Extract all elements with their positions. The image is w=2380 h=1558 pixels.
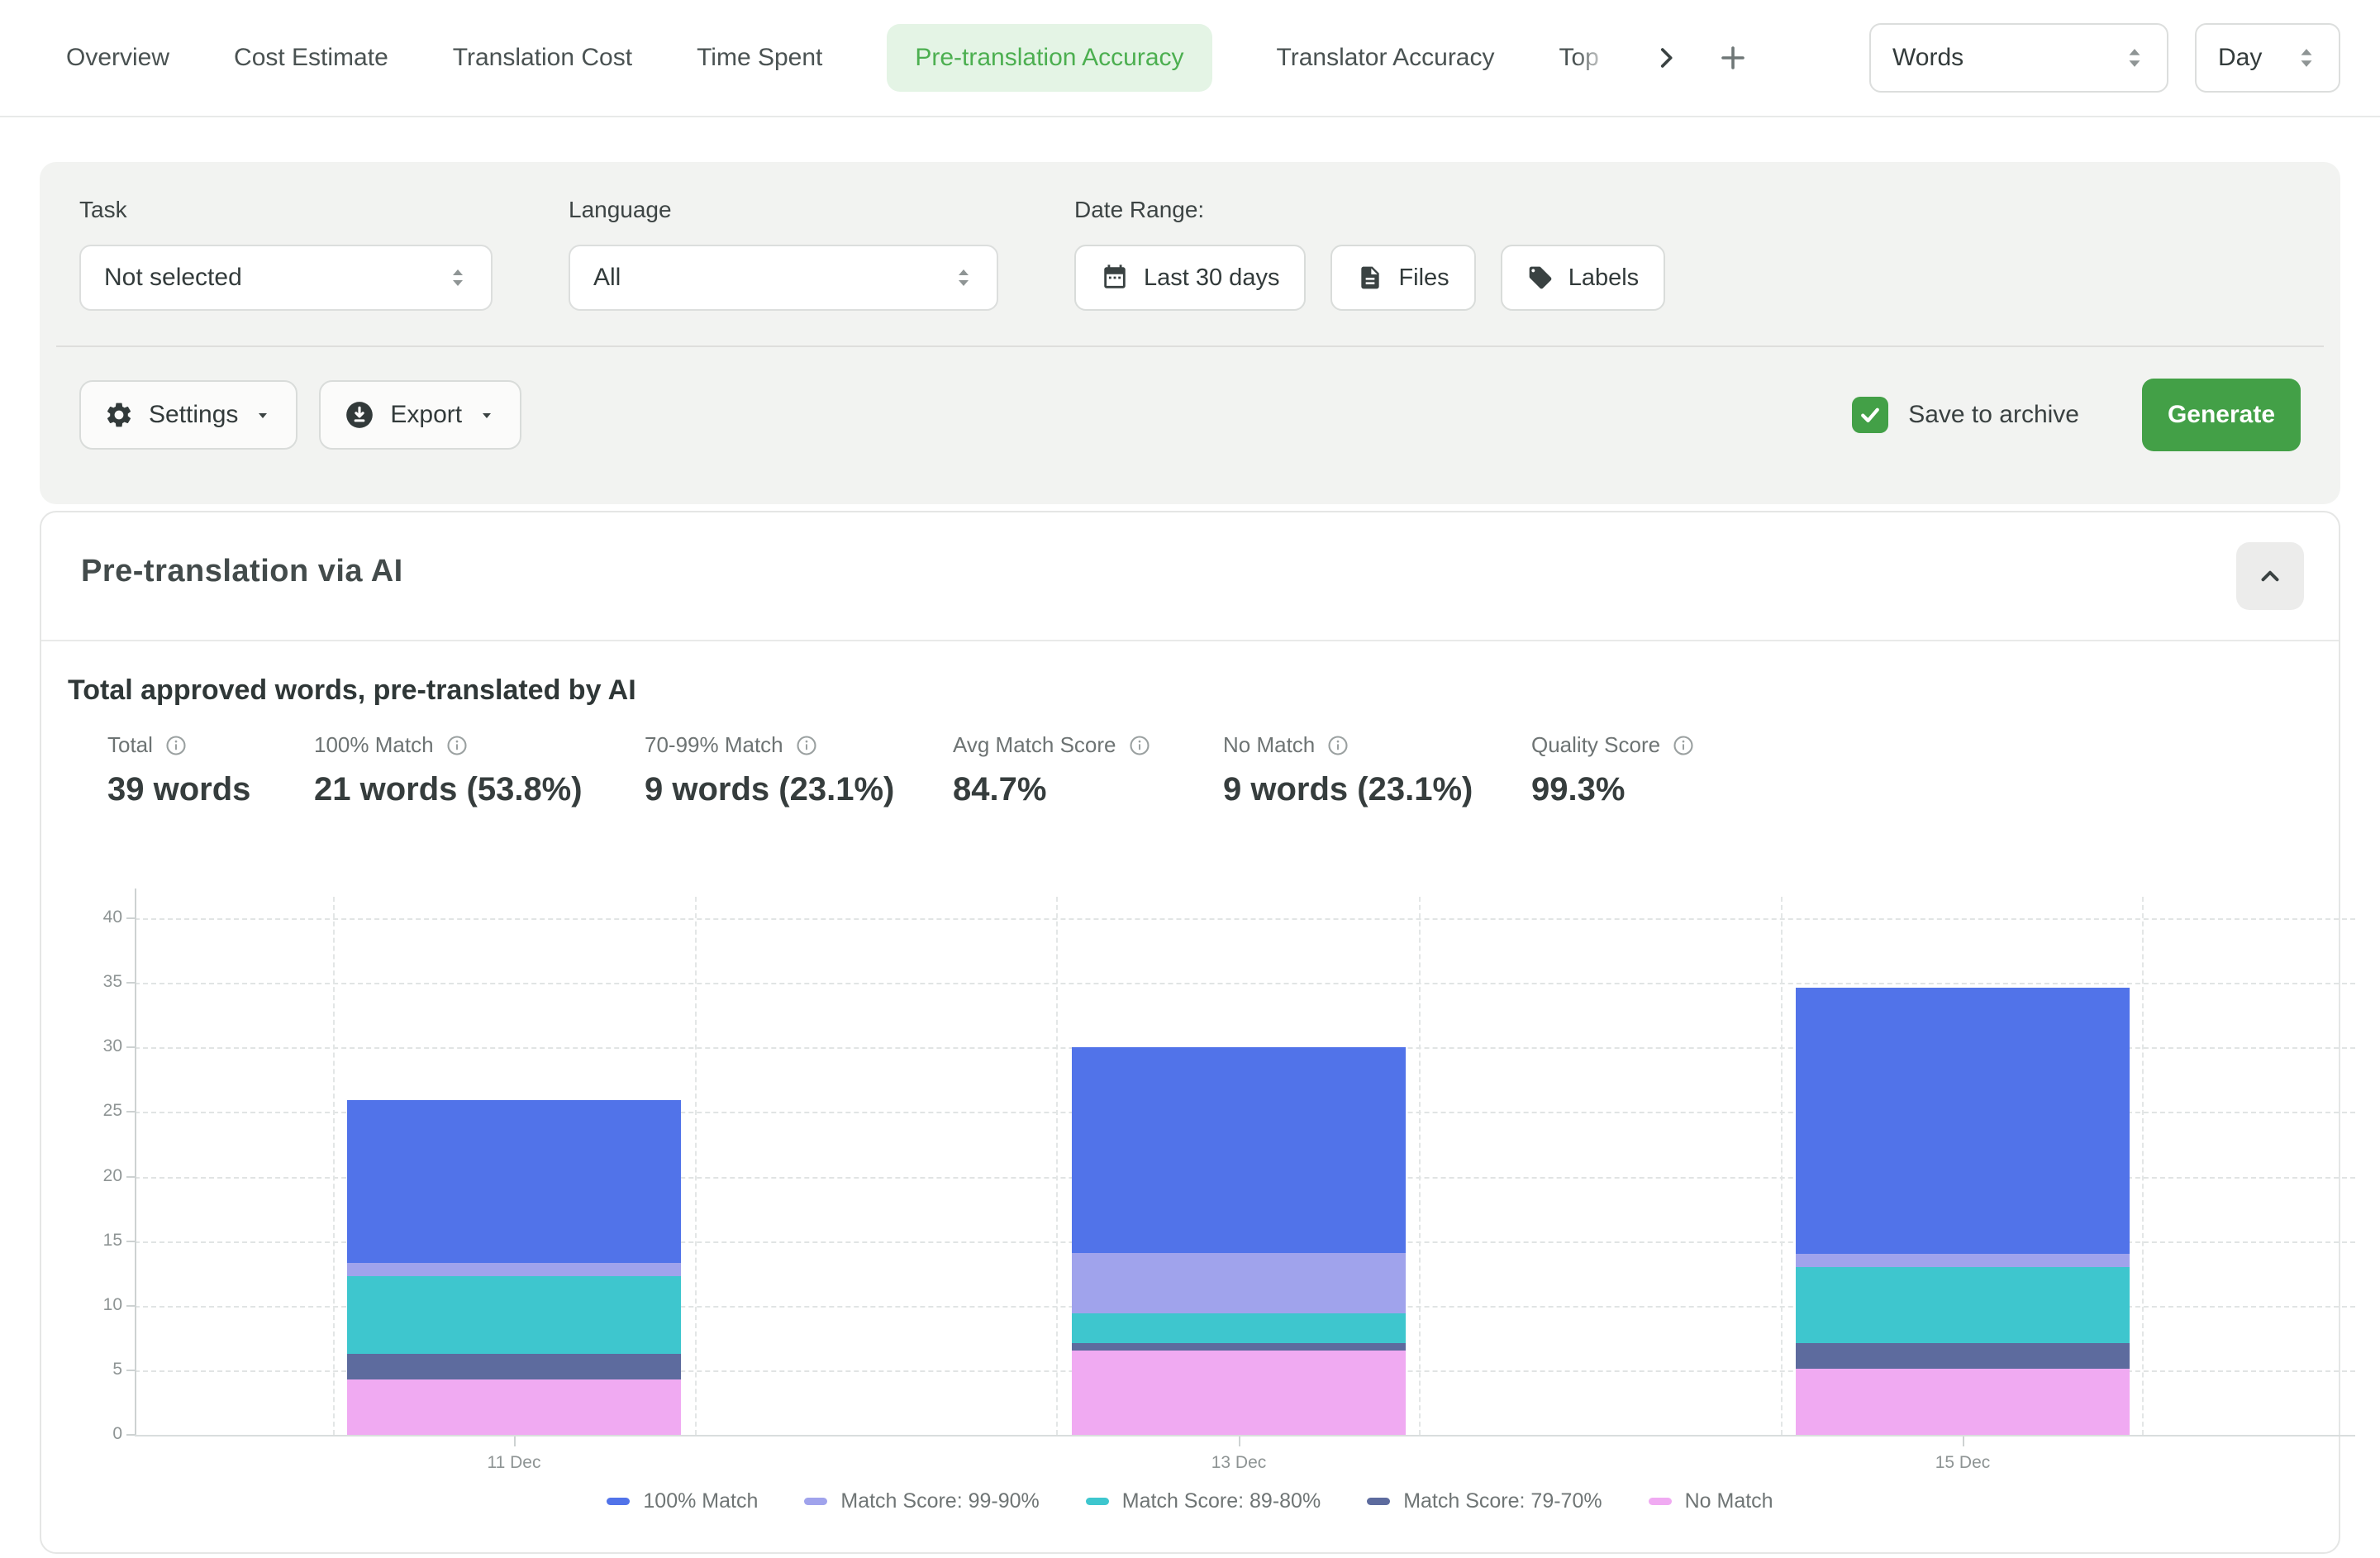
info-icon[interactable] xyxy=(795,734,818,757)
export-button-label: Export xyxy=(390,401,462,429)
date-range-button[interactable]: Last 30 days xyxy=(1074,245,1306,311)
export-dropdown-button[interactable]: Export xyxy=(319,380,521,450)
settings-button-label: Settings xyxy=(149,401,238,429)
chart-section-title: Total approved words, pre-translated by … xyxy=(68,674,636,707)
language-select[interactable]: All xyxy=(569,245,998,311)
stat-100-match: 100% Match 21 words (53.8%) xyxy=(314,732,583,808)
files-filter-label: Files xyxy=(1398,264,1449,292)
chevron-right-icon xyxy=(1652,44,1680,72)
stat-value: 84.7% xyxy=(953,771,1151,808)
caret-down-icon xyxy=(253,405,273,425)
tab-top[interactable]: Top xyxy=(1559,44,1614,72)
date-range-button-label: Last 30 days xyxy=(1144,264,1279,292)
caret-down-icon xyxy=(477,405,497,425)
updown-arrows-icon xyxy=(448,265,468,290)
updown-arrows-icon xyxy=(2296,45,2317,71)
download-circle-icon xyxy=(344,399,375,431)
panel-title: Pre-translation via AI xyxy=(81,554,403,589)
info-icon[interactable] xyxy=(1672,734,1695,757)
tab-overflow-button[interactable] xyxy=(1652,44,1680,72)
info-icon[interactable] xyxy=(1326,734,1349,757)
actions-row: Settings Export Save to archive xyxy=(79,379,2301,451)
save-to-archive-checkbox[interactable] xyxy=(1852,397,1888,433)
file-icon xyxy=(1357,264,1383,291)
stat-label: 70-99% Match xyxy=(645,732,783,758)
stat-total: Total 39 words xyxy=(107,732,250,808)
stat-label: Quality Score xyxy=(1531,732,1660,758)
stat-label: No Match xyxy=(1223,732,1315,758)
stat-label: Avg Match Score xyxy=(953,732,1116,758)
unit-select[interactable]: Words xyxy=(1869,23,2168,93)
stat-value: 21 words (53.8%) xyxy=(314,771,583,808)
stat-value: 99.3% xyxy=(1531,771,1695,808)
tag-icon xyxy=(1527,264,1554,291)
language-select-value: All xyxy=(593,264,621,292)
period-select[interactable]: Day xyxy=(2195,23,2340,93)
settings-dropdown-button[interactable]: Settings xyxy=(79,380,298,450)
calendar-icon xyxy=(1101,264,1129,292)
plus-icon xyxy=(1718,43,1748,73)
stat-label: 100% Match xyxy=(314,732,434,758)
tab-time-spent[interactable]: Time Spent xyxy=(697,44,822,72)
stat-value: 9 words (23.1%) xyxy=(645,771,894,808)
panel-header: Pre-translation via AI xyxy=(41,512,2339,641)
info-icon[interactable] xyxy=(1128,734,1151,757)
stat-avg-match-score: Avg Match Score 84.7% xyxy=(953,732,1151,808)
filter-row: Task Not selected Language All xyxy=(79,197,2301,311)
tab-translator-accuracy[interactable]: Translator Accuracy xyxy=(1277,44,1495,72)
date-range-label: Date Range: xyxy=(1074,197,1665,223)
task-label: Task xyxy=(79,197,493,223)
gear-icon xyxy=(104,400,134,430)
files-filter-button[interactable]: Files xyxy=(1330,245,1475,311)
updown-arrows-icon xyxy=(2124,45,2145,71)
generate-button[interactable]: Generate xyxy=(2142,379,2301,451)
stat-value: 39 words xyxy=(107,771,250,808)
task-select-value: Not selected xyxy=(104,264,242,292)
stats-row: Total 39 words 100% Match 21 words (53.8%) 7… xyxy=(41,732,2339,840)
unit-select-value: Words xyxy=(1892,44,1963,72)
pretranslation-panel: Pre-translation via AI Total approved wo… xyxy=(40,511,2340,1554)
tab-pre-translation-accuracy[interactable]: Pre-translation Accuracy xyxy=(887,24,1211,92)
labels-filter-label: Labels xyxy=(1568,264,1639,292)
report-tabbar: Overview Cost Estimate Translation Cost Tim… xyxy=(0,0,2380,117)
chevron-up-icon xyxy=(2256,562,2284,590)
info-icon[interactable] xyxy=(445,734,469,757)
info-icon[interactable] xyxy=(164,734,188,757)
tab-overview[interactable]: Overview xyxy=(66,44,169,72)
filter-divider xyxy=(56,345,2324,347)
report-filter-card: Task Not selected Language All xyxy=(40,162,2340,504)
save-to-archive-label: Save to archive xyxy=(1908,401,2079,429)
labels-filter-button[interactable]: Labels xyxy=(1501,245,1665,311)
stat-label: Total xyxy=(107,732,153,758)
stat-no-match: No Match 9 words (23.1%) xyxy=(1223,732,1473,808)
language-label: Language xyxy=(569,197,998,223)
stat-value: 9 words (23.1%) xyxy=(1223,771,1473,808)
report-page: Overview Cost Estimate Translation Cost Tim… xyxy=(0,0,2380,1558)
tab-cost-estimate[interactable]: Cost Estimate xyxy=(234,44,388,72)
stat-quality-score: Quality Score 99.3% xyxy=(1531,732,1695,808)
period-select-value: Day xyxy=(2218,44,2262,72)
tabbar-right-controls: Words Day xyxy=(1869,23,2340,93)
stat-70-99-match: 70-99% Match 9 words (23.1%) xyxy=(645,732,894,808)
tab-translation-cost[interactable]: Translation Cost xyxy=(453,44,632,72)
tab-list: Overview Cost Estimate Translation Cost Tim… xyxy=(66,24,1614,92)
updown-arrows-icon xyxy=(954,265,973,290)
task-select[interactable]: Not selected xyxy=(79,245,493,311)
collapse-panel-button[interactable] xyxy=(2236,542,2304,610)
add-report-button[interactable] xyxy=(1718,43,1748,73)
